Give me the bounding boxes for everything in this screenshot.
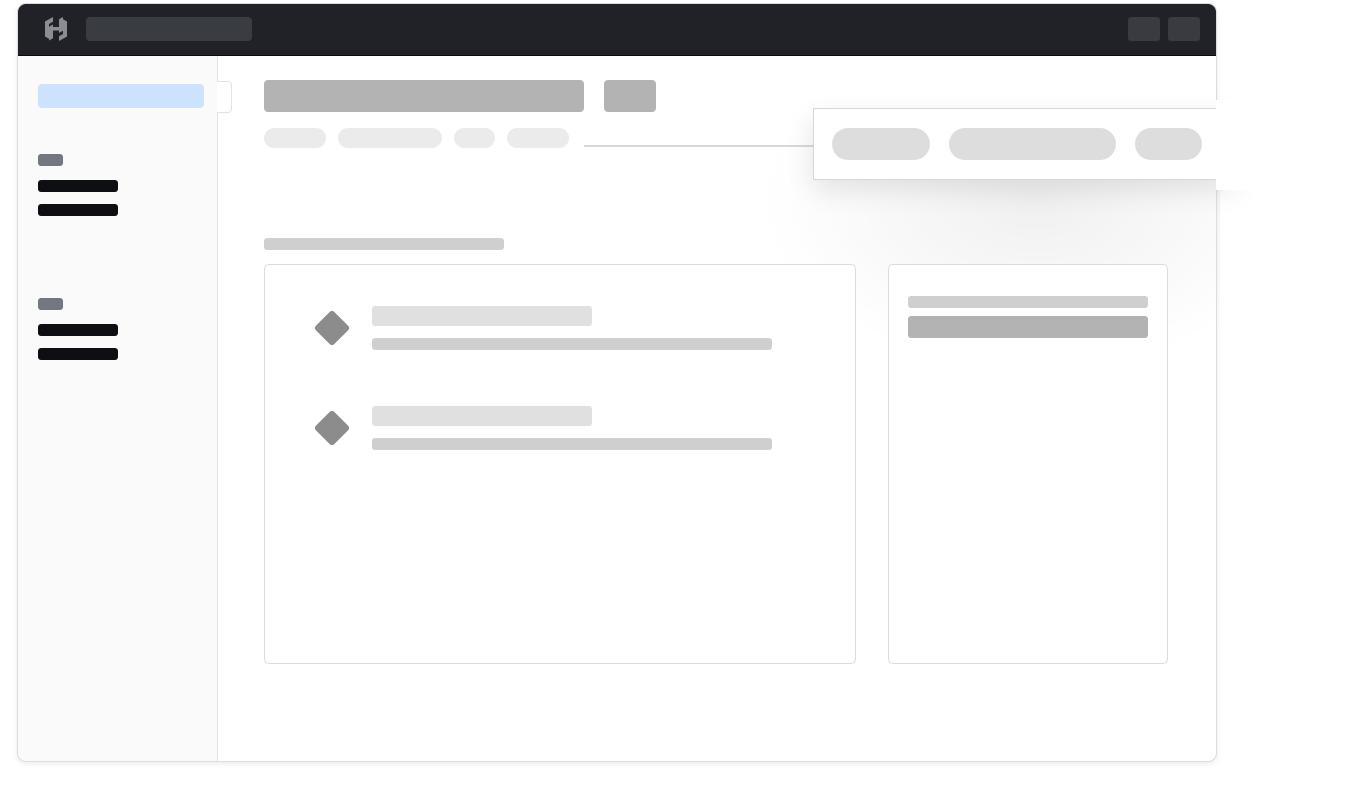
user-menu-button-placeholder[interactable] xyxy=(1168,17,1200,41)
sidebar-navigation xyxy=(18,56,218,761)
sidebar-item[interactable] xyxy=(38,348,118,360)
popover-pill[interactable] xyxy=(949,128,1116,160)
sidebar-active-indicator xyxy=(217,81,232,113)
list-item-description-placeholder xyxy=(372,338,772,350)
sidebar-item[interactable] xyxy=(38,204,118,216)
callout-popover xyxy=(813,108,1235,180)
org-switcher-placeholder[interactable] xyxy=(86,17,252,41)
section-heading-placeholder xyxy=(264,238,504,250)
popover-pill[interactable] xyxy=(1135,128,1202,160)
sidebar-item-active[interactable] xyxy=(38,84,204,108)
list-item-title-placeholder[interactable] xyxy=(372,306,592,326)
page-margin xyxy=(1216,100,1356,190)
filter-chip[interactable] xyxy=(454,128,495,148)
details-value-placeholder xyxy=(908,316,1148,338)
help-button-placeholder[interactable] xyxy=(1128,17,1160,41)
filter-chip[interactable] xyxy=(338,128,442,148)
filter-chip[interactable] xyxy=(264,128,326,148)
page-badge-placeholder xyxy=(604,80,656,112)
sidebar-item[interactable] xyxy=(38,324,118,336)
details-label-placeholder xyxy=(908,296,1148,308)
popover-pill[interactable] xyxy=(832,128,930,160)
sidebar-section-label xyxy=(38,154,63,166)
sidebar-section-label xyxy=(38,298,63,310)
callout-connector-line xyxy=(584,145,814,147)
filter-chip[interactable] xyxy=(507,128,569,148)
page-title-placeholder xyxy=(264,80,584,112)
top-navigation-bar xyxy=(18,4,1216,56)
list-item-title-placeholder[interactable] xyxy=(372,406,592,426)
hashicorp-logo-icon[interactable] xyxy=(42,15,70,43)
list-item-description-placeholder xyxy=(372,438,772,450)
sidebar-item[interactable] xyxy=(38,180,118,192)
